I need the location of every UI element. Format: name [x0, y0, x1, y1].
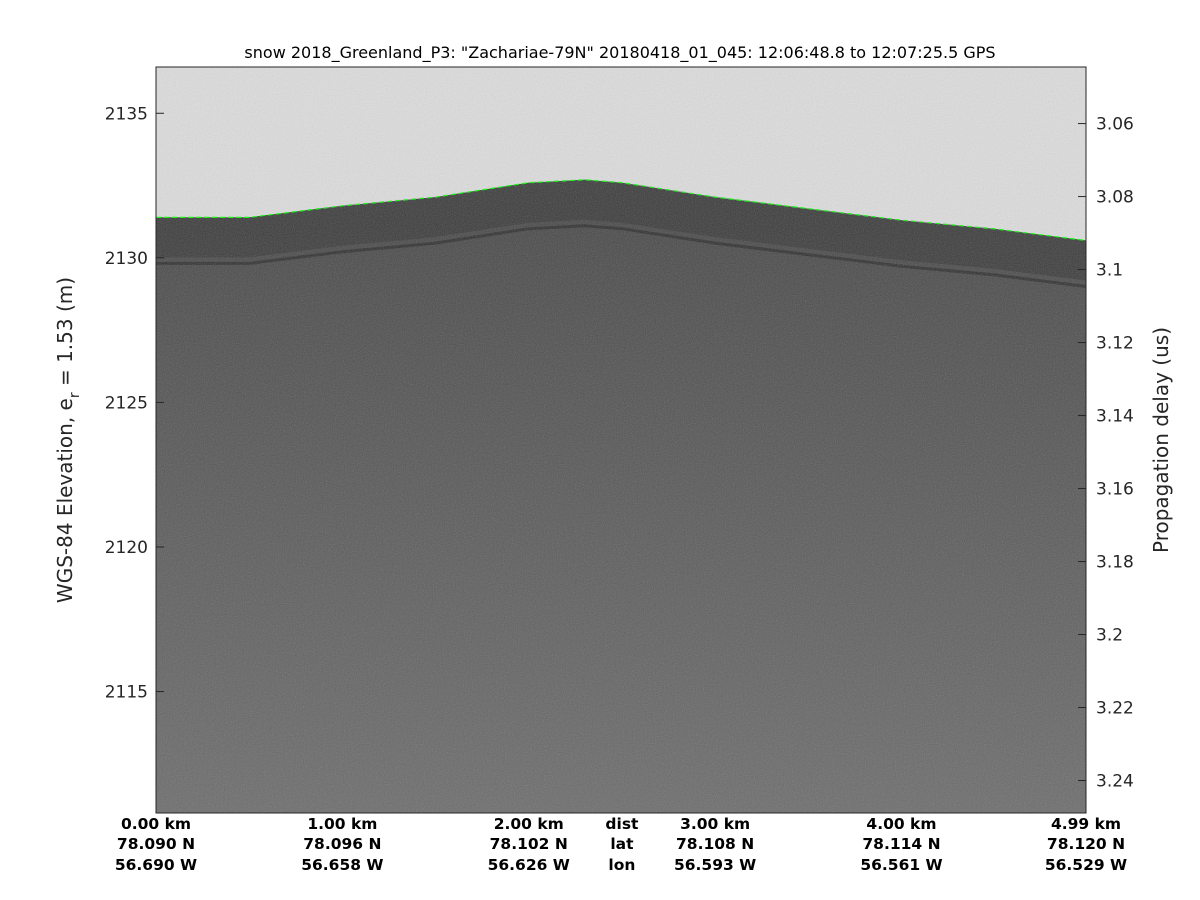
x-label-lon: 56.690 W: [115, 856, 197, 874]
y-axis-left-label: WGS-84 Elevation, er = 1.53 (m): [53, 277, 83, 603]
x-label-dist: 4.00 km: [866, 815, 936, 833]
right-tick-label: 3.16: [1096, 480, 1134, 500]
x-label-dist: 0.00 km: [121, 815, 191, 833]
right-tick-label: 3.14: [1096, 407, 1134, 427]
left-tick-label: 2120: [105, 538, 148, 558]
x-label-lat: 78.096 N: [303, 835, 381, 853]
right-tick-label: 3.24: [1096, 772, 1134, 792]
left-tick-label: 2125: [105, 393, 148, 413]
x-row-name: dist: [605, 815, 639, 833]
x-label-dist: 3.00 km: [680, 815, 750, 833]
x-label-lon: 56.593 W: [674, 856, 756, 874]
right-tick-label: 3.22: [1096, 699, 1134, 719]
speckle-noise: [156, 67, 1086, 813]
x-axis-labels: 0.00 km 78.090 N 56.690 W 1.00 km 78.096 N 56…: [115, 815, 1127, 874]
x-label-lat: 78.102 N: [490, 835, 568, 853]
x-label-lat: 78.120 N: [1047, 835, 1125, 853]
right-tick-label: 3.12: [1096, 334, 1134, 354]
right-tick-label: 3.1: [1096, 261, 1123, 281]
right-tick-label: 3.06: [1096, 115, 1134, 135]
x-label-dist: 4.99 km: [1051, 815, 1121, 833]
right-tick-label: 3.2: [1096, 626, 1123, 646]
left-tick-label: 2130: [105, 249, 148, 269]
echogram-chart: 2135 2130 2125 2120 2115 3.06 3.08 3.1 3.12 3.14…: [53, 43, 1173, 874]
x-row-name: lon: [608, 856, 635, 874]
chart-title: snow 2018_Greenland_P3: "Zachariae-79N" …: [244, 43, 995, 63]
y-axis-right-label: Propagation delay (us): [1149, 327, 1173, 553]
x-label-lon: 56.529 W: [1045, 856, 1127, 874]
left-tick-label: 2135: [105, 104, 148, 124]
x-label-lat: 78.114 N: [862, 835, 940, 853]
x-label-lon: 56.658 W: [301, 856, 383, 874]
echogram-image: [156, 67, 1086, 813]
x-label-dist: 2.00 km: [494, 815, 564, 833]
x-label-lat: 78.108 N: [676, 835, 754, 853]
x-label-lon: 56.626 W: [488, 856, 570, 874]
x-label-lat: 78.090 N: [117, 835, 195, 853]
x-label-lon: 56.561 W: [860, 856, 942, 874]
left-tick-label: 2115: [105, 683, 148, 703]
right-tick-label: 3.18: [1096, 553, 1134, 573]
right-tick-label: 3.08: [1096, 188, 1134, 208]
left-y-ticks: 2135 2130 2125 2120 2115: [105, 104, 164, 703]
x-row-name: lat: [610, 835, 634, 853]
x-label-dist: 1.00 km: [307, 815, 377, 833]
